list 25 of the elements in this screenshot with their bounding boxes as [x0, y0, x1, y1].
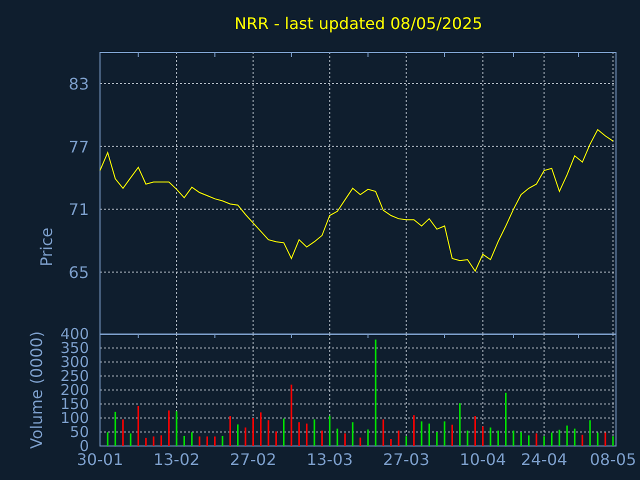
- tick-label: 08-05: [590, 450, 636, 469]
- volume-bar: [428, 424, 430, 446]
- tick-label: 77: [68, 137, 89, 156]
- tick-label: 71: [68, 200, 89, 220]
- tick-label: 83: [68, 74, 89, 94]
- tick-label: 13-03: [306, 450, 353, 469]
- tick-label: 65: [68, 263, 89, 282]
- tick-label: 10-04: [460, 450, 506, 469]
- tick-label: 27-03: [383, 450, 430, 469]
- volume-bar: [282, 418, 285, 446]
- volume-bar: [528, 435, 530, 446]
- volume-bar: [183, 436, 186, 446]
- volume-bar: [405, 436, 408, 446]
- volume-bar: [306, 424, 308, 446]
- chart-title: NRR - last updated 08/05/2025: [234, 13, 484, 35]
- axis-label: Volume (0000): [27, 331, 46, 449]
- axis-label: Price: [37, 227, 56, 267]
- tick-label: 24-04: [520, 450, 568, 469]
- volume-bar: [137, 406, 140, 446]
- volume-bar: [574, 428, 576, 446]
- tick-label: 13-02: [153, 450, 200, 469]
- tick-label: 27-02: [230, 450, 276, 469]
- volume-bar: [550, 432, 553, 446]
- volume-bar: [160, 435, 162, 446]
- tick-label: 30-01: [76, 450, 124, 469]
